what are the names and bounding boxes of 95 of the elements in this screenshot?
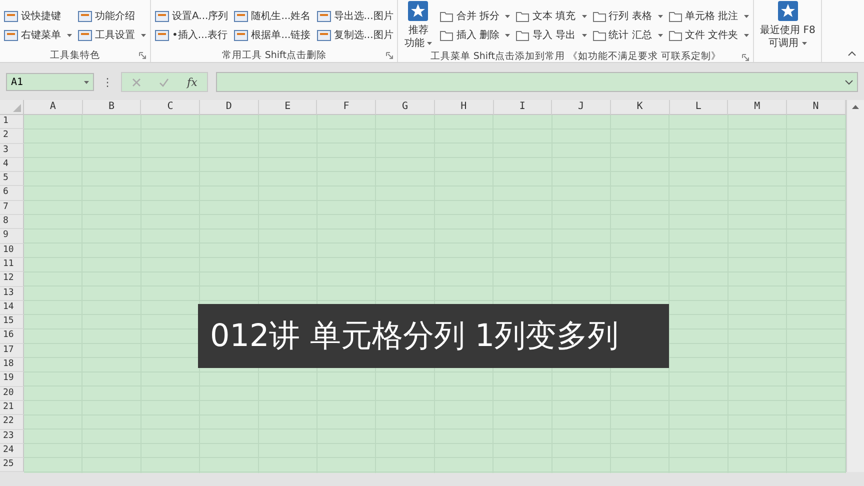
column-header[interactable]: F xyxy=(317,100,376,115)
collapse-ribbon-icon xyxy=(848,51,856,56)
row-header[interactable]: 15 xyxy=(0,315,24,330)
ribbon-button[interactable]: 导入 导出 xyxy=(516,27,587,43)
row-header[interactable]: 3 xyxy=(0,144,24,158)
group-label: 常用工具 Shift点击删除 xyxy=(222,48,326,62)
ribbon-button[interactable]: 最近使用 F8 可调用 xyxy=(758,0,818,50)
ribbon-button[interactable]: 复制选...图片 xyxy=(316,27,394,43)
row-header[interactable]: 13 xyxy=(0,286,24,301)
ribbon-button[interactable]: 设快捷键 xyxy=(4,8,72,24)
row-header[interactable]: 16 xyxy=(0,329,24,344)
ribbon-button[interactable]: 单元格 批注 xyxy=(668,8,750,24)
row-header[interactable]: 23 xyxy=(0,430,24,444)
ribbon-button[interactable]: 随机生...姓名 xyxy=(234,8,311,24)
folder-icon xyxy=(516,30,530,40)
video-caption: 012讲 单元格分列 1列变多列 xyxy=(198,304,669,368)
check-icon xyxy=(159,78,169,86)
scroll-up-icon xyxy=(852,105,859,109)
group-label: 工具集特色 xyxy=(50,48,100,62)
column-header[interactable]: K xyxy=(610,100,670,115)
ribbon-button[interactable]: •插入...表行 xyxy=(155,27,228,43)
ribbon-button[interactable]: 推荐 功能 xyxy=(402,0,434,50)
ribbon-button[interactable]: 设置A...序列 xyxy=(155,8,228,24)
cell-grid[interactable] xyxy=(24,115,846,472)
row-header[interactable]: 10 xyxy=(0,244,24,258)
column-header[interactable]: J xyxy=(552,100,611,115)
tool-icon xyxy=(4,10,18,22)
row-header[interactable]: 1 xyxy=(0,115,24,130)
ribbon-button[interactable]: 根据单...链接 xyxy=(234,27,311,43)
name-box[interactable]: A1 xyxy=(6,73,94,91)
dropdown-icon xyxy=(84,80,89,84)
separator-handle[interactable]: ⋮ xyxy=(102,76,113,88)
row-header[interactable]: 2 xyxy=(0,129,24,144)
ribbon-button[interactable]: 行列 表格 xyxy=(592,8,663,24)
row-header[interactable]: 18 xyxy=(0,358,24,372)
column-header[interactable]: G xyxy=(376,100,435,115)
tool-icon xyxy=(155,29,169,41)
row-header[interactable]: 5 xyxy=(0,172,24,186)
row-header[interactable]: 8 xyxy=(0,215,24,230)
row-header[interactable]: 17 xyxy=(0,344,24,358)
select-all-corner[interactable] xyxy=(0,100,24,115)
ribbon-button[interactable]: 导出选...图片 xyxy=(316,8,394,24)
column-header[interactable]: A xyxy=(24,100,83,115)
row-header[interactable]: 6 xyxy=(0,186,24,201)
row-header[interactable]: 20 xyxy=(0,386,24,401)
row-header[interactable]: 25 xyxy=(0,458,24,472)
tool-icon xyxy=(234,29,248,41)
tool-icon xyxy=(4,29,18,41)
row-header[interactable]: 14 xyxy=(0,300,24,316)
cancel-icon xyxy=(132,78,141,86)
column-header[interactable]: I xyxy=(494,100,552,115)
column-header[interactable]: L xyxy=(670,100,728,115)
insert-function-button[interactable]: fx xyxy=(187,76,198,88)
column-header[interactable]: B xyxy=(82,100,142,115)
column-header[interactable]: H xyxy=(434,100,494,115)
group-label: 工具菜单 Shift点击添加到常用 《如功能不满足要求 可联系定制》 xyxy=(430,50,721,63)
formula-input[interactable] xyxy=(216,72,858,92)
tool-icon xyxy=(155,10,169,22)
folder-icon xyxy=(440,10,454,22)
expand-icon xyxy=(845,80,853,84)
ribbon-button[interactable]: 插入 删除 xyxy=(440,27,510,43)
folder-icon xyxy=(668,30,682,40)
column-header[interactable]: N xyxy=(786,100,846,115)
row-header[interactable]: 4 xyxy=(0,158,24,172)
ribbon-button[interactable]: 文本 填充 xyxy=(516,8,587,24)
tool-icon xyxy=(316,29,331,41)
row-header[interactable]: 22 xyxy=(0,415,24,430)
corner-triangle-icon xyxy=(13,104,21,112)
tool-icon xyxy=(78,10,92,22)
row-header[interactable]: 24 xyxy=(0,444,24,458)
tool-icon xyxy=(234,10,248,22)
row-header[interactable]: 11 xyxy=(0,258,24,272)
folder-icon xyxy=(440,30,454,40)
ribbon-button[interactable]: 文件 文件夹 xyxy=(668,27,750,43)
ribbon-button[interactable]: 工具设置 xyxy=(78,27,146,43)
folder-icon xyxy=(516,10,530,22)
row-header[interactable]: 12 xyxy=(0,272,24,287)
tool-icon xyxy=(78,29,92,41)
folder-icon xyxy=(592,30,606,40)
column-header[interactable]: C xyxy=(141,100,200,115)
folder-icon xyxy=(668,10,682,22)
ribbon-button[interactable]: 右键菜单 xyxy=(4,27,72,43)
row-header[interactable]: 9 xyxy=(0,229,24,244)
tool-icon xyxy=(316,10,331,22)
row-header[interactable]: 21 xyxy=(0,400,24,416)
folder-icon xyxy=(592,10,606,22)
column-header[interactable]: D xyxy=(200,100,259,115)
ribbon-button[interactable]: 功能介绍 xyxy=(78,8,146,24)
row-header[interactable]: 19 xyxy=(0,372,24,387)
vertical-scrollbar[interactable] xyxy=(846,100,864,472)
ribbon-button[interactable]: 合并 拆分 xyxy=(440,8,510,24)
row-header[interactable]: 7 xyxy=(0,200,24,216)
ribbon-button[interactable]: 统计 汇总 xyxy=(592,27,663,43)
column-header[interactable]: E xyxy=(258,100,318,115)
column-header[interactable]: M xyxy=(728,100,787,115)
